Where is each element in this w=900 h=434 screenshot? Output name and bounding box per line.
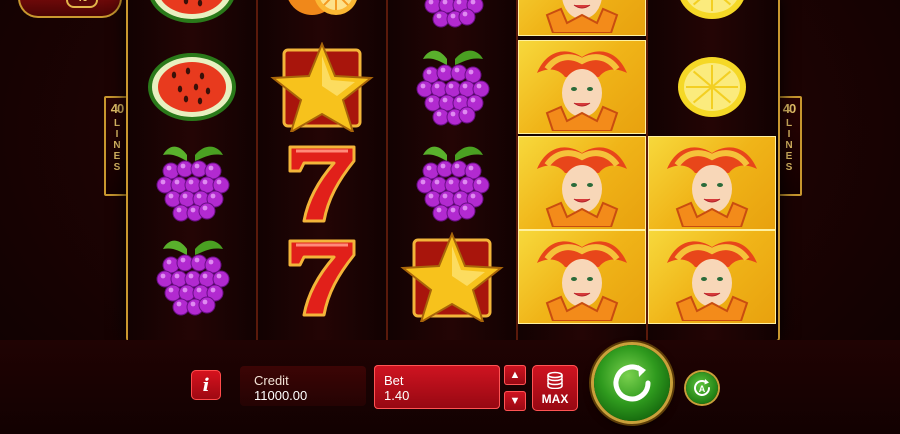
star-symbol	[258, 40, 386, 134]
credit-value: 11000.00	[254, 388, 308, 403]
bet-decrease-button[interactable]: ▼	[504, 391, 526, 411]
joker-symbol	[518, 0, 646, 36]
bet-value: 1.40	[384, 388, 410, 403]
info-button[interactable]: i	[191, 370, 221, 400]
spin-arrow-icon	[613, 364, 651, 402]
autoplay-button[interactable]: A	[686, 372, 718, 404]
autoplay-label: A	[699, 384, 706, 394]
coin-stack-icon	[547, 371, 563, 389]
game-logo: 40	[18, 0, 122, 18]
spin-button[interactable]	[594, 345, 670, 421]
lemon-symbol	[648, 0, 776, 36]
bet-increase-button[interactable]: ▲	[504, 365, 526, 385]
joker-symbol	[648, 230, 776, 324]
grapes-symbol	[388, 136, 516, 230]
seven-symbol	[258, 136, 386, 230]
autoplay-icon: A	[694, 379, 710, 396]
joker-symbol	[648, 136, 776, 230]
seven-symbol	[258, 230, 386, 324]
max-label: MAX	[541, 392, 569, 406]
lines-count-left: 40	[110, 101, 124, 116]
reel-1	[128, 0, 256, 340]
grapes-symbol	[388, 40, 516, 134]
orange-symbol	[258, 0, 386, 36]
bet-label: Bet	[384, 373, 404, 388]
watermelon-symbol	[128, 0, 256, 36]
star-symbol	[388, 230, 516, 324]
grapes-symbol	[388, 0, 516, 36]
arrow-down-icon: ▼	[509, 395, 521, 407]
grapes-symbol	[128, 136, 256, 230]
grapes-symbol	[128, 230, 256, 324]
arrow-up-icon: ▲	[509, 369, 521, 381]
lines-word-right: LINES	[783, 118, 795, 173]
lines-count-right: 40	[782, 101, 796, 116]
joker-symbol	[518, 136, 646, 230]
watermelon-symbol	[128, 40, 256, 134]
logo-lines-badge: 40	[66, 0, 98, 8]
joker-symbol	[518, 40, 646, 134]
info-icon: i	[202, 374, 210, 396]
reel-5	[648, 0, 776, 340]
lines-word-left: LINES	[111, 118, 123, 173]
reel-3	[388, 0, 516, 340]
reel-2	[258, 0, 386, 340]
credit-label: Credit	[254, 373, 289, 388]
max-bet-button[interactable]: MAX	[532, 365, 578, 411]
reel-4	[518, 0, 646, 340]
credit-display: Credit 11000.00	[240, 366, 366, 406]
lemon-symbol	[648, 40, 776, 134]
joker-symbol	[518, 230, 646, 324]
bet-display[interactable]: Bet 1.40	[374, 365, 500, 409]
reel-machine	[126, 0, 780, 342]
